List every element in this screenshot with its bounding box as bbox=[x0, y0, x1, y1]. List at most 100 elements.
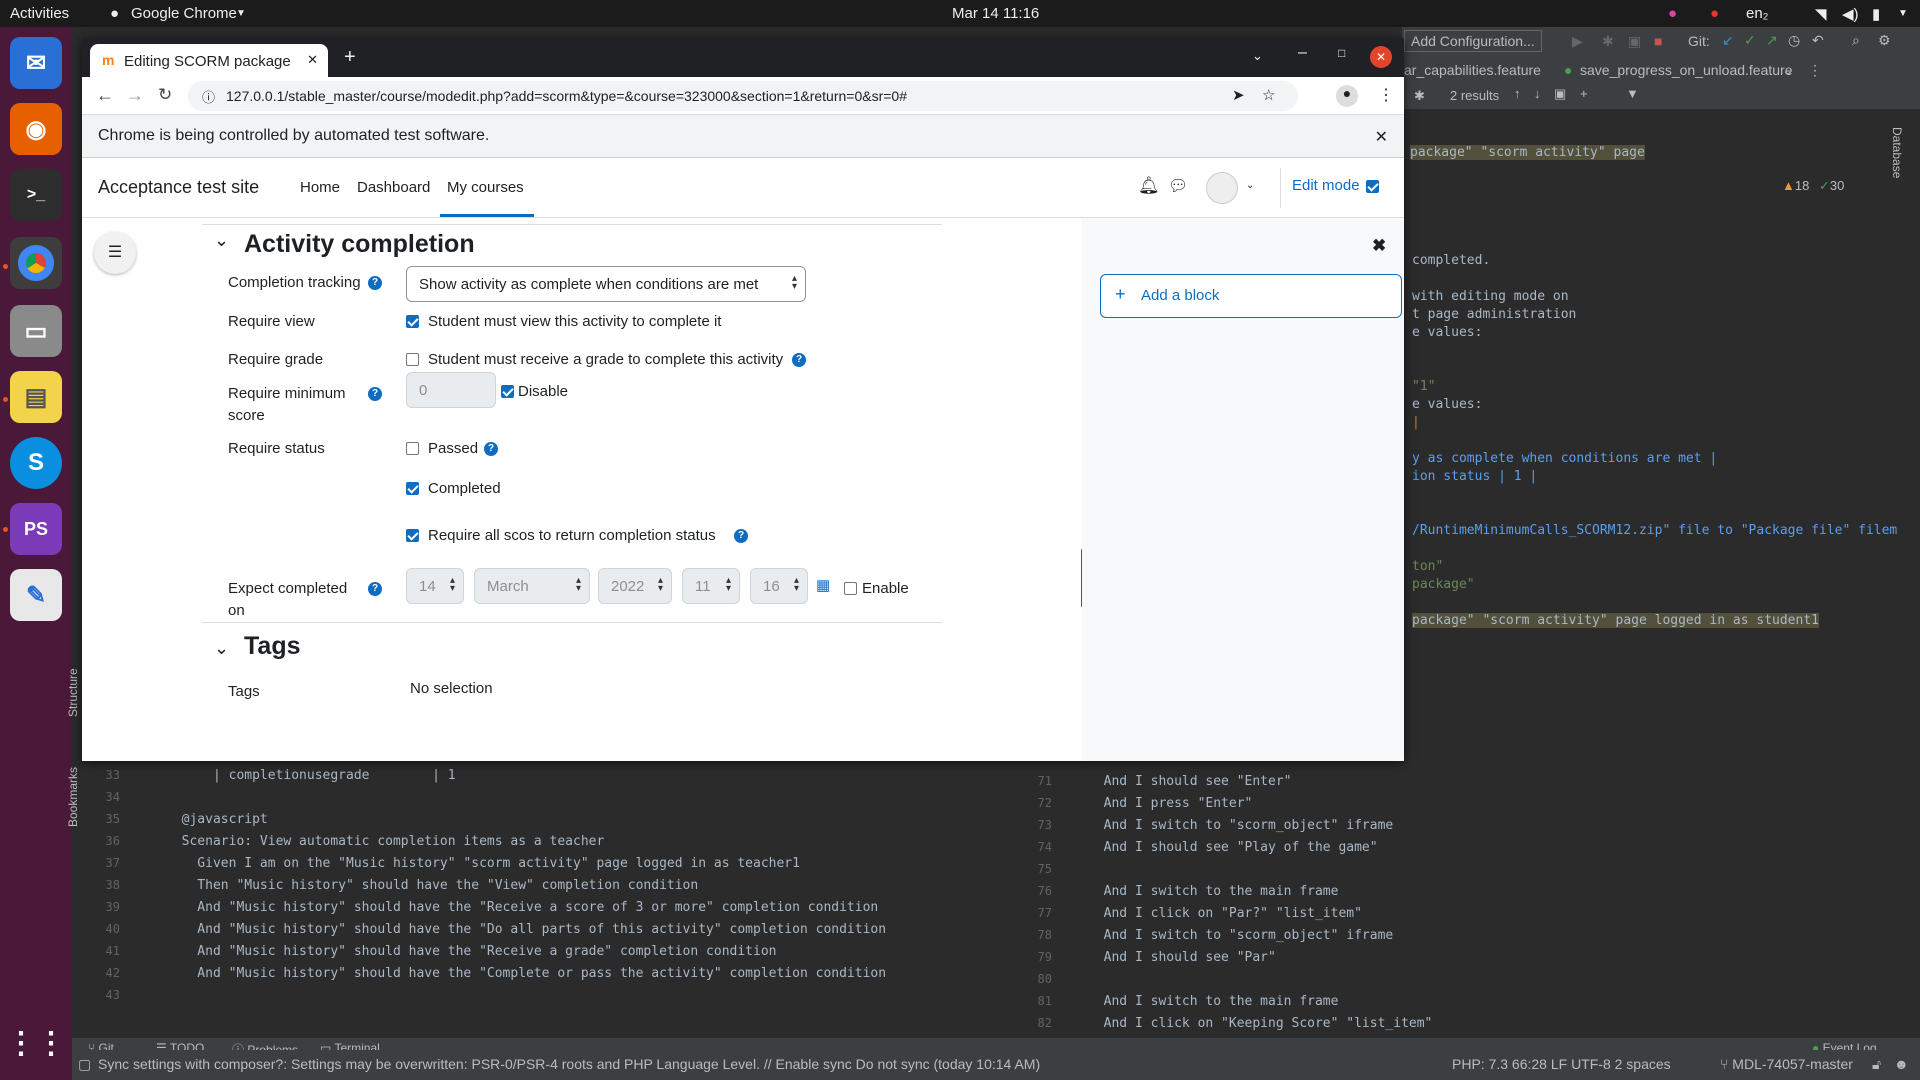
git-rollback-icon[interactable]: ↶ bbox=[1812, 32, 1824, 49]
passed-checkbox[interactable] bbox=[406, 442, 419, 455]
help-icon[interactable]: ? bbox=[368, 582, 382, 596]
maximize-icon[interactable]: □ bbox=[1338, 46, 1345, 60]
editor-menu-icon[interactable]: ⋮ bbox=[1808, 62, 1822, 79]
prev-result-icon[interactable]: ↑ bbox=[1514, 86, 1521, 101]
battery-icon[interactable]: ▮ bbox=[1872, 5, 1880, 23]
tray-chat-icon[interactable]: ● bbox=[1710, 5, 1719, 22]
new-tab-icon[interactable]: + bbox=[344, 46, 356, 69]
tab-list-chevron-icon[interactable]: ⌄ bbox=[1782, 62, 1794, 79]
debug-icon[interactable]: ✱ bbox=[1602, 33, 1614, 50]
user-avatar[interactable] bbox=[1206, 172, 1238, 204]
next-result-icon[interactable]: ↓ bbox=[1534, 86, 1541, 101]
coverage-icon[interactable]: ▣ bbox=[1628, 33, 1641, 50]
back-icon[interactable]: ← bbox=[96, 85, 114, 106]
site-name[interactable]: Acceptance test site bbox=[98, 177, 259, 198]
chrome-menu-icon[interactable]: ⋮ bbox=[1378, 85, 1394, 105]
status-message[interactable]: Sync settings with composer?: Settings m… bbox=[98, 1056, 1040, 1072]
edit-mode-toggle[interactable] bbox=[1366, 180, 1379, 193]
thunderbird-icon[interactable]: ✉ bbox=[10, 37, 62, 89]
system-menu-arrow-icon[interactable]: ▼ bbox=[1898, 8, 1908, 19]
tags-heading[interactable]: Tags bbox=[244, 632, 301, 661]
completed-checkbox[interactable] bbox=[406, 482, 419, 495]
help-icon[interactable]: ? bbox=[734, 529, 748, 543]
address-bar[interactable]: ⓘ 127.0.0.1/stable_master/course/modedit… bbox=[188, 81, 1298, 111]
wifi-icon[interactable]: ◥ bbox=[1815, 5, 1827, 23]
require-all-scos-checkbox[interactable] bbox=[406, 529, 419, 542]
forward-icon[interactable]: → bbox=[126, 85, 144, 106]
expect-completed-enable-checkbox[interactable] bbox=[844, 582, 857, 595]
close-infobar-icon[interactable]: ✕ bbox=[1375, 127, 1388, 147]
calendar-icon[interactable]: ▦ bbox=[816, 576, 830, 594]
git-commit-icon[interactable]: ✓ bbox=[1744, 32, 1756, 49]
month-select[interactable]: March ▴ ▾ bbox=[474, 568, 590, 604]
stop-icon[interactable]: ■ bbox=[1654, 33, 1662, 49]
add-occurrence-icon[interactable]: + bbox=[1580, 86, 1588, 101]
terminal-icon[interactable]: >_ bbox=[10, 169, 62, 221]
search-regex-icon[interactable]: ✱ bbox=[1414, 88, 1425, 104]
status-info[interactable]: PHP: 7.3 66:28 LF UTF-8 2 spaces bbox=[1452, 1056, 1671, 1072]
require-grade-checkbox[interactable] bbox=[406, 353, 419, 366]
min-score-disable-checkbox[interactable] bbox=[501, 385, 514, 398]
messages-icon[interactable]: 💬︎ bbox=[1168, 176, 1188, 196]
section-heading[interactable]: Activity completion bbox=[244, 230, 475, 259]
volume-icon[interactable]: ◀) bbox=[1842, 5, 1859, 23]
course-index-toggle-icon[interactable]: ☰ bbox=[94, 232, 136, 274]
notifications-bell-icon[interactable]: 🔔︎ bbox=[1138, 176, 1160, 196]
activities-button[interactable]: Activities bbox=[10, 5, 69, 22]
git-update-icon[interactable]: ↙ bbox=[1722, 32, 1734, 49]
user-menu-chevron-icon[interactable]: ⌄ bbox=[1246, 180, 1254, 191]
reload-icon[interactable]: ↻ bbox=[158, 85, 172, 105]
day-select[interactable]: 14 ▴ ▾ bbox=[406, 568, 464, 604]
hour-select[interactable]: 11 ▴ ▾ bbox=[682, 568, 740, 604]
completion-tracking-select[interactable]: Show activity as complete when condition… bbox=[406, 266, 806, 302]
require-view-checkbox[interactable] bbox=[406, 315, 419, 328]
browser-tab[interactable]: m Editing SCORM package ✕ bbox=[90, 44, 328, 77]
collapse-chevron-icon[interactable]: ⌄ bbox=[214, 230, 229, 251]
minimize-icon[interactable]: – bbox=[1298, 44, 1307, 62]
help-icon[interactable]: ? bbox=[368, 387, 382, 401]
close-drawer-icon[interactable]: ✖ bbox=[1372, 236, 1386, 256]
help-icon[interactable]: ? bbox=[484, 442, 498, 456]
help-icon[interactable]: ? bbox=[368, 276, 382, 290]
firefox-icon[interactable]: ◉ bbox=[10, 103, 62, 155]
show-apps-icon[interactable]: ⋮⋮ bbox=[6, 1017, 66, 1069]
app-menu[interactable]: Google Chrome bbox=[131, 5, 237, 22]
git-history-icon[interactable]: ◷ bbox=[1788, 32, 1800, 49]
search-everywhere-icon[interactable]: ⌕ bbox=[1852, 32, 1860, 49]
structure-tool-tab[interactable]: Structure bbox=[66, 668, 80, 717]
files-icon[interactable]: ▭ bbox=[10, 305, 62, 357]
database-tool-tab[interactable]: Database bbox=[1890, 127, 1904, 178]
bookmarks-tool-tab[interactable]: Bookmarks bbox=[66, 767, 80, 827]
help-icon[interactable]: ? bbox=[792, 353, 806, 367]
settings-icon[interactable]: ⚙ bbox=[1878, 32, 1891, 49]
file-tab-save-progress[interactable]: save_progress_on_unload.feature bbox=[1580, 62, 1793, 78]
bookmark-star-icon[interactable]: ☆ bbox=[1262, 86, 1275, 104]
git-branch[interactable]: ⑂ MDL-74057-master bbox=[1720, 1056, 1853, 1072]
nav-home[interactable]: Home bbox=[300, 179, 340, 196]
run-icon[interactable]: ▶ bbox=[1572, 33, 1583, 50]
run-config-select[interactable]: Add Configuration... bbox=[1404, 30, 1542, 52]
site-info-icon[interactable]: ⓘ bbox=[202, 87, 215, 106]
minute-select[interactable]: 16 ▴ ▾ bbox=[750, 568, 808, 604]
notifications-icon[interactable]: ☻ bbox=[1894, 1056, 1909, 1072]
tray-app-icon[interactable]: ● bbox=[1668, 5, 1677, 22]
filter-icon[interactable]: ▼ bbox=[1626, 86, 1639, 101]
language-indicator[interactable]: en₂ bbox=[1746, 5, 1769, 22]
close-window-icon[interactable]: ✕ bbox=[1370, 46, 1392, 68]
phpstorm-icon[interactable]: PS bbox=[10, 503, 62, 555]
send-icon[interactable]: ➤ bbox=[1232, 86, 1245, 104]
year-select[interactable]: 2022 ▴ ▾ bbox=[598, 568, 672, 604]
lock-icon[interactable]: 🔓︎ bbox=[1872, 1056, 1881, 1073]
close-tab-icon[interactable]: ✕ bbox=[307, 52, 318, 68]
tab-search-icon[interactable]: ⌄ bbox=[1252, 48, 1263, 64]
file-tab-capabilities[interactable]: ar_capabilities.feature bbox=[1404, 62, 1541, 78]
nav-dashboard[interactable]: Dashboard bbox=[357, 179, 430, 196]
sticky-notes-icon[interactable]: ▤ bbox=[10, 371, 62, 423]
text-editor-icon[interactable]: ✎ bbox=[10, 569, 62, 621]
select-all-icon[interactable]: ▣ bbox=[1554, 86, 1566, 102]
chrome-dock-icon[interactable] bbox=[10, 237, 62, 289]
nav-my-courses[interactable]: My courses bbox=[447, 179, 524, 196]
tags-collapse-chevron-icon[interactable]: ⌄ bbox=[214, 638, 229, 659]
add-block-button[interactable]: + Add a block bbox=[1100, 274, 1402, 318]
min-score-input[interactable]: 0 bbox=[406, 372, 496, 408]
